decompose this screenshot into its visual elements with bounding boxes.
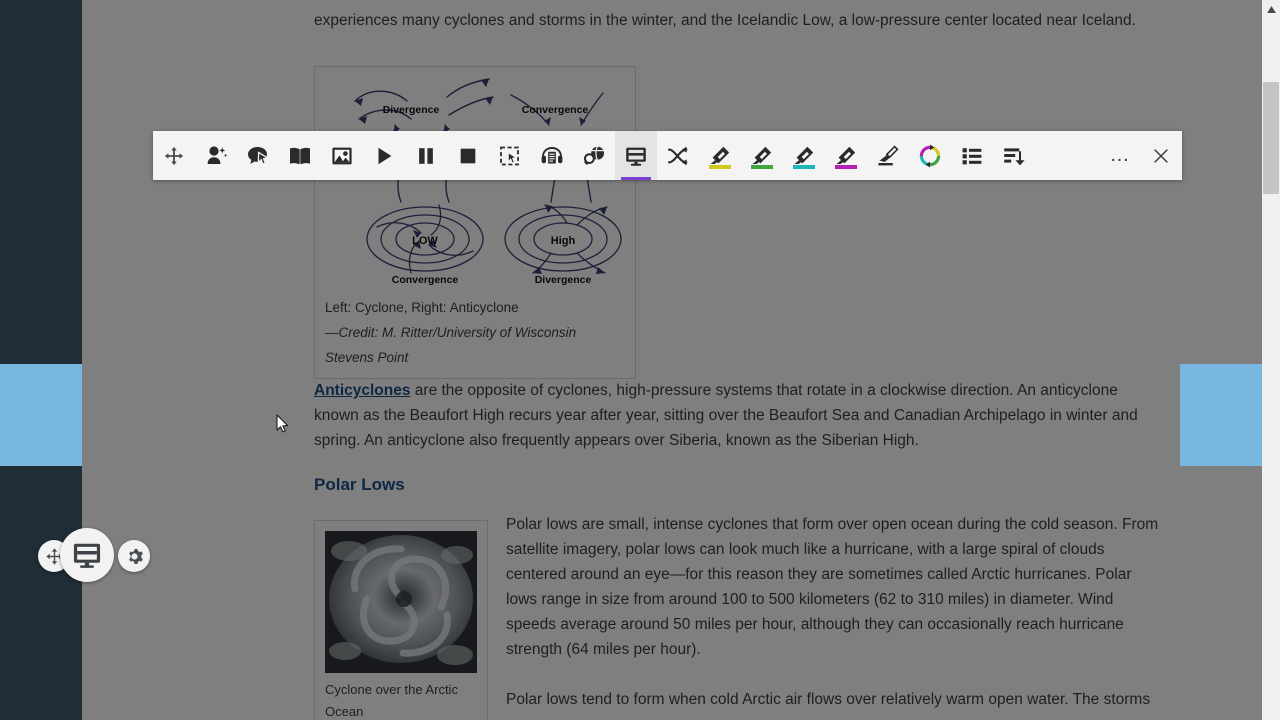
stop-icon[interactable] [447, 131, 489, 180]
paragraph-anticyclones-rest: are the opposite of cyclones, high-press… [314, 382, 1138, 449]
monitor-icon[interactable] [60, 528, 114, 582]
audio-document-icon[interactable] [531, 131, 573, 180]
screen: experiences many cyclones and storms in … [0, 0, 1280, 720]
paragraph-anticyclones: Anticyclones are the opposite of cyclone… [314, 378, 1154, 453]
scroll-up-arrow-icon[interactable] [1262, 0, 1280, 18]
figure-cyclone-credit: —Credit: M. Ritter/University of Wiscons… [325, 325, 577, 365]
person-sparkle-icon[interactable] [195, 131, 237, 180]
shuffle-arrows-icon[interactable] [657, 131, 699, 180]
picture-icon[interactable] [321, 131, 363, 180]
svg-text:Convergence: Convergence [522, 104, 589, 116]
figure-polar-low-image [325, 531, 477, 673]
reading-band-left [0, 364, 82, 466]
heading-polar-lows: Polar Lows [314, 475, 405, 494]
figure-cyclone-caption: Left: Cyclone, Right: Anticyclone —Credi… [315, 295, 635, 378]
move-handle-icon[interactable] [153, 131, 195, 180]
cyclone-diagram-svg: LOW Convergence High Divergence Divergen… [315, 67, 635, 295]
gear-icon[interactable] [118, 540, 150, 572]
satellite-photo-svg [325, 531, 477, 673]
page-scrollbar[interactable] [1262, 0, 1280, 720]
highlighter-green-swatch [751, 165, 773, 169]
figure-polar-low-caption: Cyclone over the Arctic Ocean [325, 682, 458, 719]
document-content: experiences many cyclones and storms in … [82, 0, 1262, 720]
figure-cyclone-anticyclone: LOW Convergence High Divergence Divergen… [314, 66, 636, 379]
color-cycle-icon[interactable] [909, 131, 951, 180]
svg-text:Divergence: Divergence [535, 274, 592, 286]
highlighter-yellow-swatch [709, 165, 731, 169]
paragraph-polar-lows-1: Polar lows are small, intense cyclones t… [506, 516, 1159, 658]
highlighter-green-icon[interactable] [741, 131, 783, 180]
scrollbar-thumb[interactable] [1263, 82, 1279, 194]
figure-polar-low: Cyclone over the Arctic Ocean [314, 520, 488, 720]
paragraph-intro: experiences many cyclones and storms in … [314, 12, 1136, 29]
list-grid-icon[interactable] [951, 131, 993, 180]
figure-cyclone-caption-text: Left: Cyclone, Right: Anticyclone [325, 300, 519, 315]
highlighter-teal-icon[interactable] [783, 131, 825, 180]
svg-text:LOW: LOW [412, 235, 438, 247]
magnifier-globe-icon[interactable] [573, 131, 615, 180]
screenshot-select-icon[interactable] [489, 131, 531, 180]
highlighter-yellow-icon[interactable] [699, 131, 741, 180]
svg-text:Convergence: Convergence [392, 274, 459, 286]
reading-band-right [1180, 364, 1262, 466]
open-book-icon[interactable] [279, 131, 321, 180]
mouse-cursor [276, 414, 289, 438]
highlighter-magenta-icon[interactable] [825, 131, 867, 180]
pause-icon[interactable] [405, 131, 447, 180]
play-icon[interactable] [363, 131, 405, 180]
toolbar-overflow-button[interactable]: … [1100, 131, 1140, 180]
svg-text:High: High [551, 235, 576, 247]
floating-launcher[interactable] [38, 528, 150, 583]
figure-cyclone-image: LOW Convergence High Divergence Divergen… [315, 67, 635, 295]
accessibility-toolbar[interactable]: … [153, 131, 1182, 180]
eraser-brush-icon[interactable] [867, 131, 909, 180]
close-icon[interactable] [1140, 131, 1182, 180]
highlighter-teal-swatch [793, 165, 815, 169]
speech-bubble-cursor-icon[interactable] [237, 131, 279, 180]
svg-text:Divergence: Divergence [383, 104, 440, 116]
highlighter-magenta-swatch [835, 165, 857, 169]
link-anticyclones[interactable]: Anticyclones [314, 382, 410, 399]
monitor-mask-icon[interactable] [615, 131, 657, 180]
paragraph-polar-lows-2: Polar lows tend to form when cold Arctic… [506, 691, 1151, 708]
sort-descending-icon[interactable] [993, 131, 1035, 180]
